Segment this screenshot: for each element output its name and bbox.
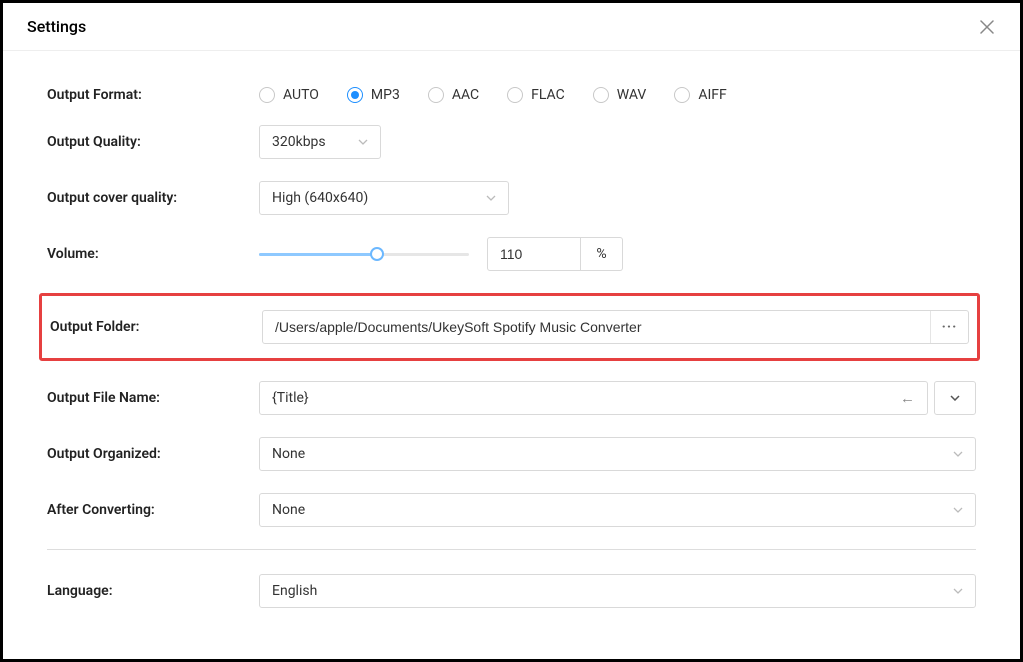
dialog-header: Settings xyxy=(3,3,1020,51)
chevron-down-icon xyxy=(953,588,963,594)
radio-circle-icon xyxy=(347,87,363,103)
ellipsis-icon: ··· xyxy=(942,319,958,335)
radio-format-aiff[interactable]: AIFF xyxy=(674,87,726,103)
select-output-quality[interactable]: 320kbps xyxy=(259,125,381,159)
row-output-organized: Output Organized: None xyxy=(47,437,976,471)
radio-label: AUTO xyxy=(283,87,319,103)
label-language: Language: xyxy=(47,583,259,599)
slider-fill xyxy=(259,253,377,256)
filename-value: {Title} xyxy=(272,390,309,406)
volume-suffix: % xyxy=(581,237,623,271)
select-value: None xyxy=(272,502,305,518)
radio-circle-icon xyxy=(674,87,690,103)
radio-circle-icon xyxy=(593,87,609,103)
radio-format-wav[interactable]: WAV xyxy=(593,87,647,103)
row-output-format: Output Format: AUTO MP3 AAC FLAC WAV xyxy=(47,87,976,103)
select-language[interactable]: English xyxy=(259,574,976,608)
row-volume: Volume: % xyxy=(47,237,976,271)
format-radio-group: AUTO MP3 AAC FLAC WAV AIFF xyxy=(259,87,976,103)
row-after-converting: After Converting: None xyxy=(47,493,976,527)
volume-input[interactable] xyxy=(487,237,581,271)
row-cover-quality: Output cover quality: High (640x640) xyxy=(47,181,976,215)
radio-circle-icon xyxy=(507,87,523,103)
chevron-down-icon xyxy=(953,451,963,457)
radio-label: AAC xyxy=(452,87,479,103)
settings-content: Output Format: AUTO MP3 AAC FLAC WAV xyxy=(3,51,1020,650)
select-after-converting[interactable]: None xyxy=(259,493,976,527)
section-divider xyxy=(47,549,976,550)
volume-slider[interactable] xyxy=(259,246,469,262)
output-folder-field: ··· xyxy=(262,310,969,344)
radio-circle-icon xyxy=(259,87,275,103)
select-output-organized[interactable]: None xyxy=(259,437,976,471)
backspace-icon[interactable]: ← xyxy=(900,389,915,407)
slider-thumb[interactable] xyxy=(370,247,384,261)
select-cover-quality[interactable]: High (640x640) xyxy=(259,181,509,215)
label-volume: Volume: xyxy=(47,246,259,262)
radio-label: AIFF xyxy=(698,87,726,103)
row-language: Language: English xyxy=(47,574,976,608)
label-cover-quality: Output cover quality: xyxy=(47,190,259,206)
output-folder-highlight: Output Folder: ··· xyxy=(39,293,980,361)
label-output-filename: Output File Name: xyxy=(47,390,259,406)
dialog-title: Settings xyxy=(27,17,86,36)
close-icon xyxy=(980,20,994,34)
chevron-down-icon xyxy=(486,195,496,201)
radio-label: MP3 xyxy=(371,87,400,103)
label-output-quality: Output Quality: xyxy=(47,134,259,150)
chevron-down-icon xyxy=(950,395,960,401)
close-button[interactable] xyxy=(978,18,996,36)
label-after-converting: After Converting: xyxy=(47,502,259,518)
row-output-quality: Output Quality: 320kbps xyxy=(47,125,976,159)
chevron-down-icon xyxy=(953,507,963,513)
radio-circle-icon xyxy=(428,87,444,103)
radio-label: FLAC xyxy=(531,87,565,103)
filename-dropdown-button[interactable] xyxy=(934,381,976,415)
radio-format-auto[interactable]: AUTO xyxy=(259,87,319,103)
browse-folder-button[interactable]: ··· xyxy=(930,311,968,343)
select-value: None xyxy=(272,446,305,462)
select-value: English xyxy=(272,583,317,599)
chevron-down-icon xyxy=(358,139,368,145)
label-output-folder: Output Folder: xyxy=(50,319,262,335)
select-value: High (640x640) xyxy=(272,190,368,206)
label-output-organized: Output Organized: xyxy=(47,446,259,462)
label-output-format: Output Format: xyxy=(47,87,259,103)
select-value: 320kbps xyxy=(272,134,326,150)
row-output-filename: Output File Name: {Title} ← xyxy=(47,381,976,415)
output-folder-input[interactable] xyxy=(263,311,930,343)
radio-label: WAV xyxy=(617,87,647,103)
radio-format-flac[interactable]: FLAC xyxy=(507,87,565,103)
output-filename-input[interactable]: {Title} ← xyxy=(259,381,928,415)
radio-format-mp3[interactable]: MP3 xyxy=(347,87,400,103)
row-output-folder: Output Folder: ··· xyxy=(42,310,969,344)
radio-format-aac[interactable]: AAC xyxy=(428,87,479,103)
